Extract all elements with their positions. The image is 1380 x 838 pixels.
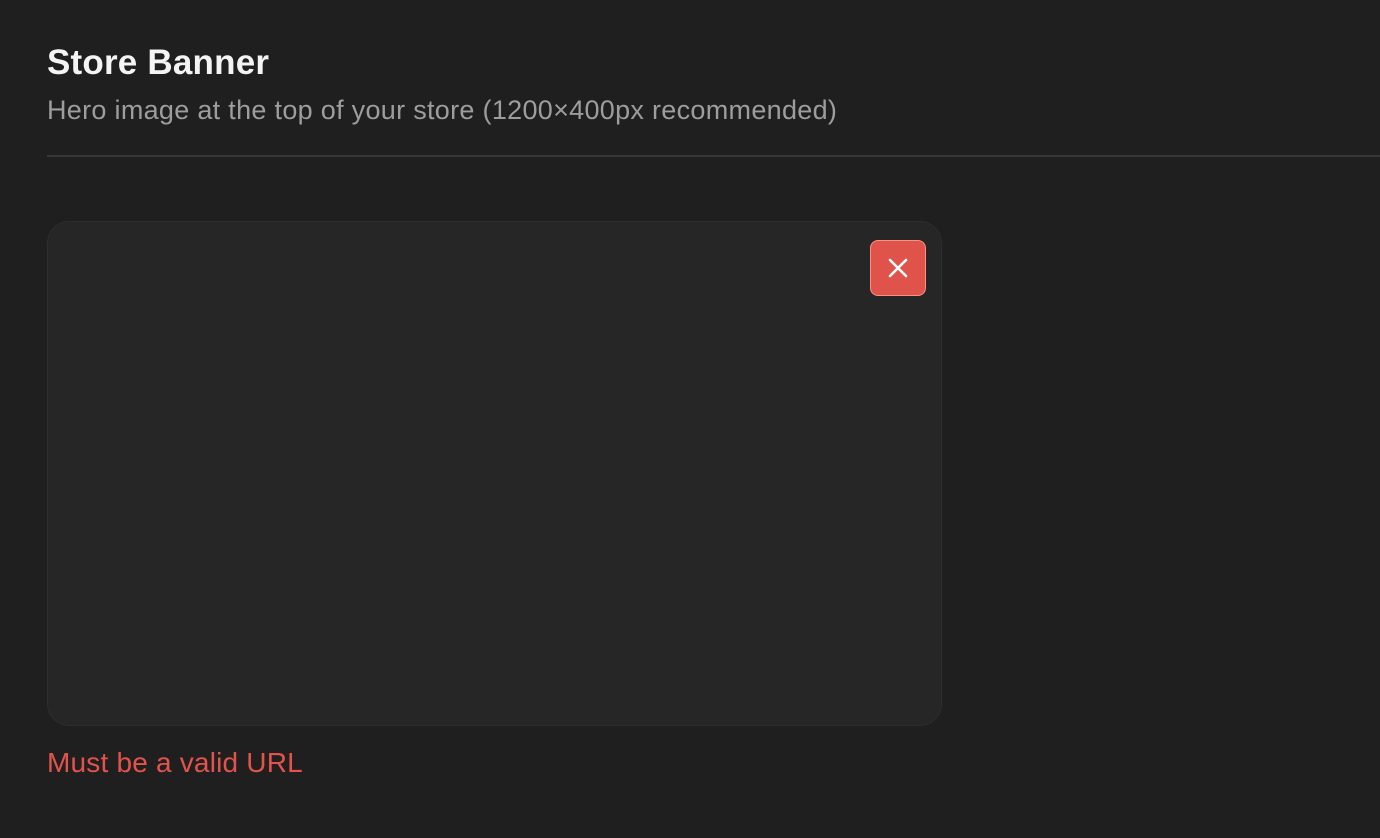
section-title: Store Banner — [47, 43, 270, 82]
remove-banner-button[interactable] — [870, 240, 926, 296]
section-divider — [47, 155, 1380, 157]
close-icon — [887, 257, 909, 279]
banner-image-preview[interactable] — [47, 221, 942, 726]
section-description: Hero image at the top of your store (120… — [47, 95, 838, 125]
validation-error-message: Must be a valid URL — [47, 747, 303, 778]
store-banner-header: Store Banner Hero image at the top of yo… — [47, 38, 1380, 132]
